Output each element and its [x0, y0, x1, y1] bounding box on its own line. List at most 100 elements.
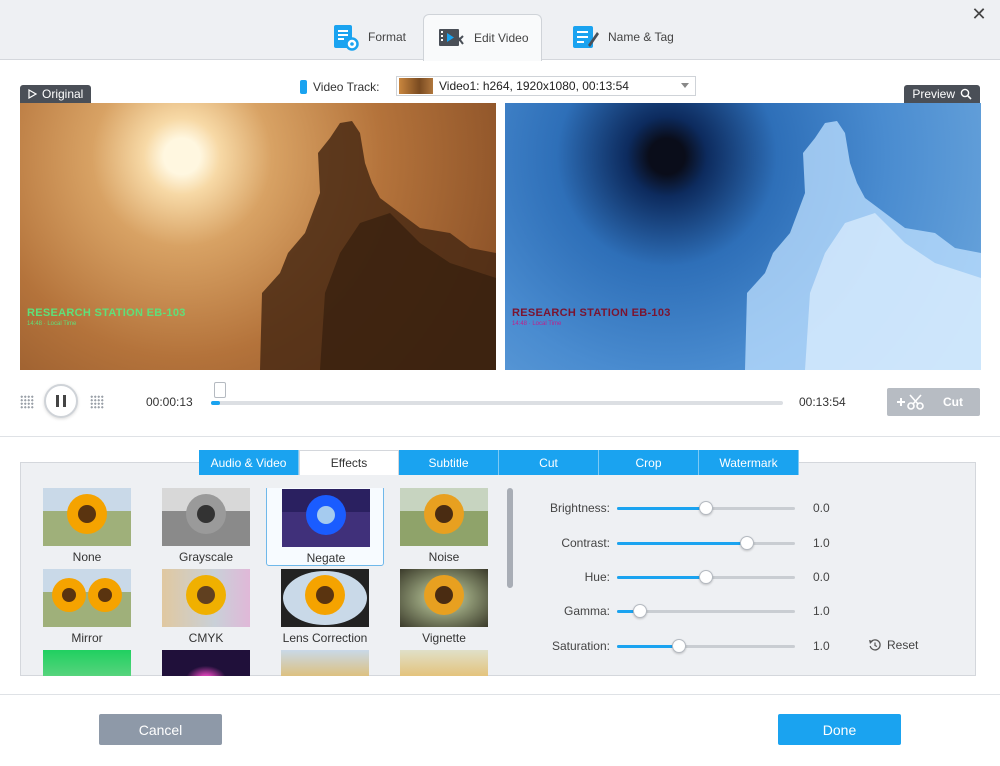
contrast-label: Contrast: [561, 536, 610, 550]
contrast-value: 1.0 [813, 536, 830, 550]
seek-bar[interactable] [211, 382, 783, 405]
reset-icon [869, 639, 881, 651]
brightness-slider[interactable]: Brightness: 0.0 [520, 498, 840, 518]
name-tag-icon [573, 26, 599, 48]
tab-watermark[interactable]: Watermark [699, 450, 799, 475]
top-tab-bar: ✕ Format Edit Video Name & Tag [0, 0, 1000, 61]
sunflower-thumbnail [43, 488, 131, 546]
magnifier-icon[interactable] [960, 88, 972, 100]
saturation-slider[interactable]: Saturation: 1.0 [520, 636, 840, 656]
original-label-text: Original [42, 87, 84, 101]
effect-mirror[interactable]: Mirror [20, 569, 138, 649]
effect-thumbnail [162, 650, 250, 676]
effect-none[interactable]: None [20, 488, 138, 568]
tab-format-label: Format [368, 30, 407, 44]
hue-label: Hue: [584, 570, 610, 584]
effect-item[interactable] [20, 650, 138, 676]
reset-button[interactable]: Reset [868, 638, 918, 652]
hue-slider[interactable]: Hue: 0.0 [520, 567, 840, 587]
effect-grayscale[interactable]: Grayscale [139, 488, 257, 568]
effects-list: None Grayscale Negate Noise Mirror CMYK [20, 488, 500, 676]
effect-item[interactable] [258, 650, 376, 676]
mirror-thumbnail [43, 569, 131, 627]
original-frame-art [260, 121, 496, 370]
video-track-value: Video1: h264, 1920x1080, 00:13:54 [439, 79, 629, 93]
tab-subtitle[interactable]: Subtitle [399, 450, 499, 475]
slider-track[interactable] [617, 536, 795, 550]
gamma-label: Gamma: [563, 604, 610, 618]
slider-knob[interactable] [699, 570, 713, 584]
done-button[interactable]: Done [778, 714, 901, 745]
effect-thumbnail [281, 650, 369, 676]
tab-cut[interactable]: Cut [499, 450, 599, 475]
slider-track[interactable] [617, 639, 795, 653]
effect-item[interactable] [377, 650, 495, 676]
original-subcaption: 14:48 · Local Time [27, 321, 77, 327]
cut-button[interactable]: Cut [887, 388, 980, 416]
preview-label-text: Preview [912, 87, 955, 101]
effect-thumbnail [400, 650, 488, 676]
effect-cmyk-label: CMYK [188, 631, 224, 645]
saturation-value: 1.0 [813, 639, 830, 653]
effect-negate[interactable]: Negate [266, 488, 384, 566]
pause-button[interactable] [44, 384, 78, 418]
preview-subcaption: 14:48 · Local Time [512, 321, 562, 327]
tab-name-tag[interactable]: Name & Tag [558, 14, 686, 60]
pause-icon [56, 395, 59, 407]
effects-scrollbar[interactable] [507, 488, 513, 588]
playback-controls: 00:00:13 00:13:54 Cut [0, 382, 1000, 422]
slider-knob[interactable] [672, 639, 687, 653]
format-settings-icon [334, 25, 359, 51]
effect-lens-correction[interactable]: Lens Correction [258, 569, 376, 649]
effect-negate-label: Negate [306, 551, 346, 565]
lens-correction-thumbnail [281, 569, 369, 627]
prev-frame-icon[interactable] [20, 395, 34, 409]
video-track-select[interactable]: Video1: h264, 1920x1080, 00:13:54 [396, 76, 696, 96]
saturation-label: Saturation: [551, 639, 610, 653]
effect-lens-correction-label: Lens Correction [282, 631, 368, 645]
effect-cmyk[interactable]: CMYK [139, 569, 257, 649]
preview-video: RESEARCH STATION EB-103 14:48 · Local Ti… [505, 103, 981, 370]
contrast-slider[interactable]: Contrast: 1.0 [520, 533, 840, 553]
slider-track[interactable] [617, 501, 795, 515]
next-frame-icon[interactable] [90, 395, 104, 409]
tab-name-tag-label: Name & Tag [608, 30, 674, 44]
footer-divider [0, 694, 1000, 695]
current-time: 00:00:13 [146, 395, 193, 409]
slider-knob[interactable] [699, 501, 713, 515]
original-pane-label: Original [20, 85, 92, 103]
pause-icon-bar [63, 395, 66, 407]
hue-value: 0.0 [813, 570, 830, 584]
cut-button-label: Cut [943, 395, 963, 409]
video-track-label: Video Track: [313, 80, 380, 94]
slider-track[interactable] [617, 570, 795, 584]
effect-vignette[interactable]: Vignette [377, 569, 495, 649]
slider-knob[interactable] [739, 536, 754, 550]
noise-thumbnail [400, 488, 488, 546]
effect-noise-label: Noise [428, 550, 460, 564]
effect-grayscale-label: Grayscale [178, 550, 234, 564]
effect-noise[interactable]: Noise [377, 488, 495, 568]
slider-track[interactable] [617, 604, 795, 618]
video-track-row: Video Track: Video1: h264, 1920x1080, 00… [300, 76, 696, 98]
tab-edit-video[interactable]: Edit Video [423, 14, 542, 61]
edit-sub-tabs: Audio & Video Effects Subtitle Cut Crop … [199, 450, 799, 475]
tab-audio-video[interactable]: Audio & Video [199, 450, 299, 475]
close-icon[interactable]: ✕ [968, 4, 990, 24]
slider-knob[interactable] [633, 604, 648, 618]
gamma-slider[interactable]: Gamma: 1.0 [520, 601, 840, 621]
cancel-button[interactable]: Cancel [99, 714, 222, 745]
effect-thumbnail [43, 650, 131, 676]
tab-format[interactable]: Format [318, 14, 418, 60]
slider-fill [617, 542, 747, 545]
tab-edit-video-label: Edit Video [474, 31, 529, 45]
slider-fill [617, 507, 706, 510]
tab-crop[interactable]: Crop [599, 450, 699, 475]
effect-item[interactable] [139, 650, 257, 676]
cmyk-thumbnail [162, 569, 250, 627]
chevron-down-icon [681, 83, 689, 88]
seek-handle[interactable] [214, 382, 227, 398]
slider-fill [617, 645, 680, 648]
tab-effects[interactable]: Effects [299, 450, 399, 475]
gamma-value: 1.0 [813, 604, 830, 618]
